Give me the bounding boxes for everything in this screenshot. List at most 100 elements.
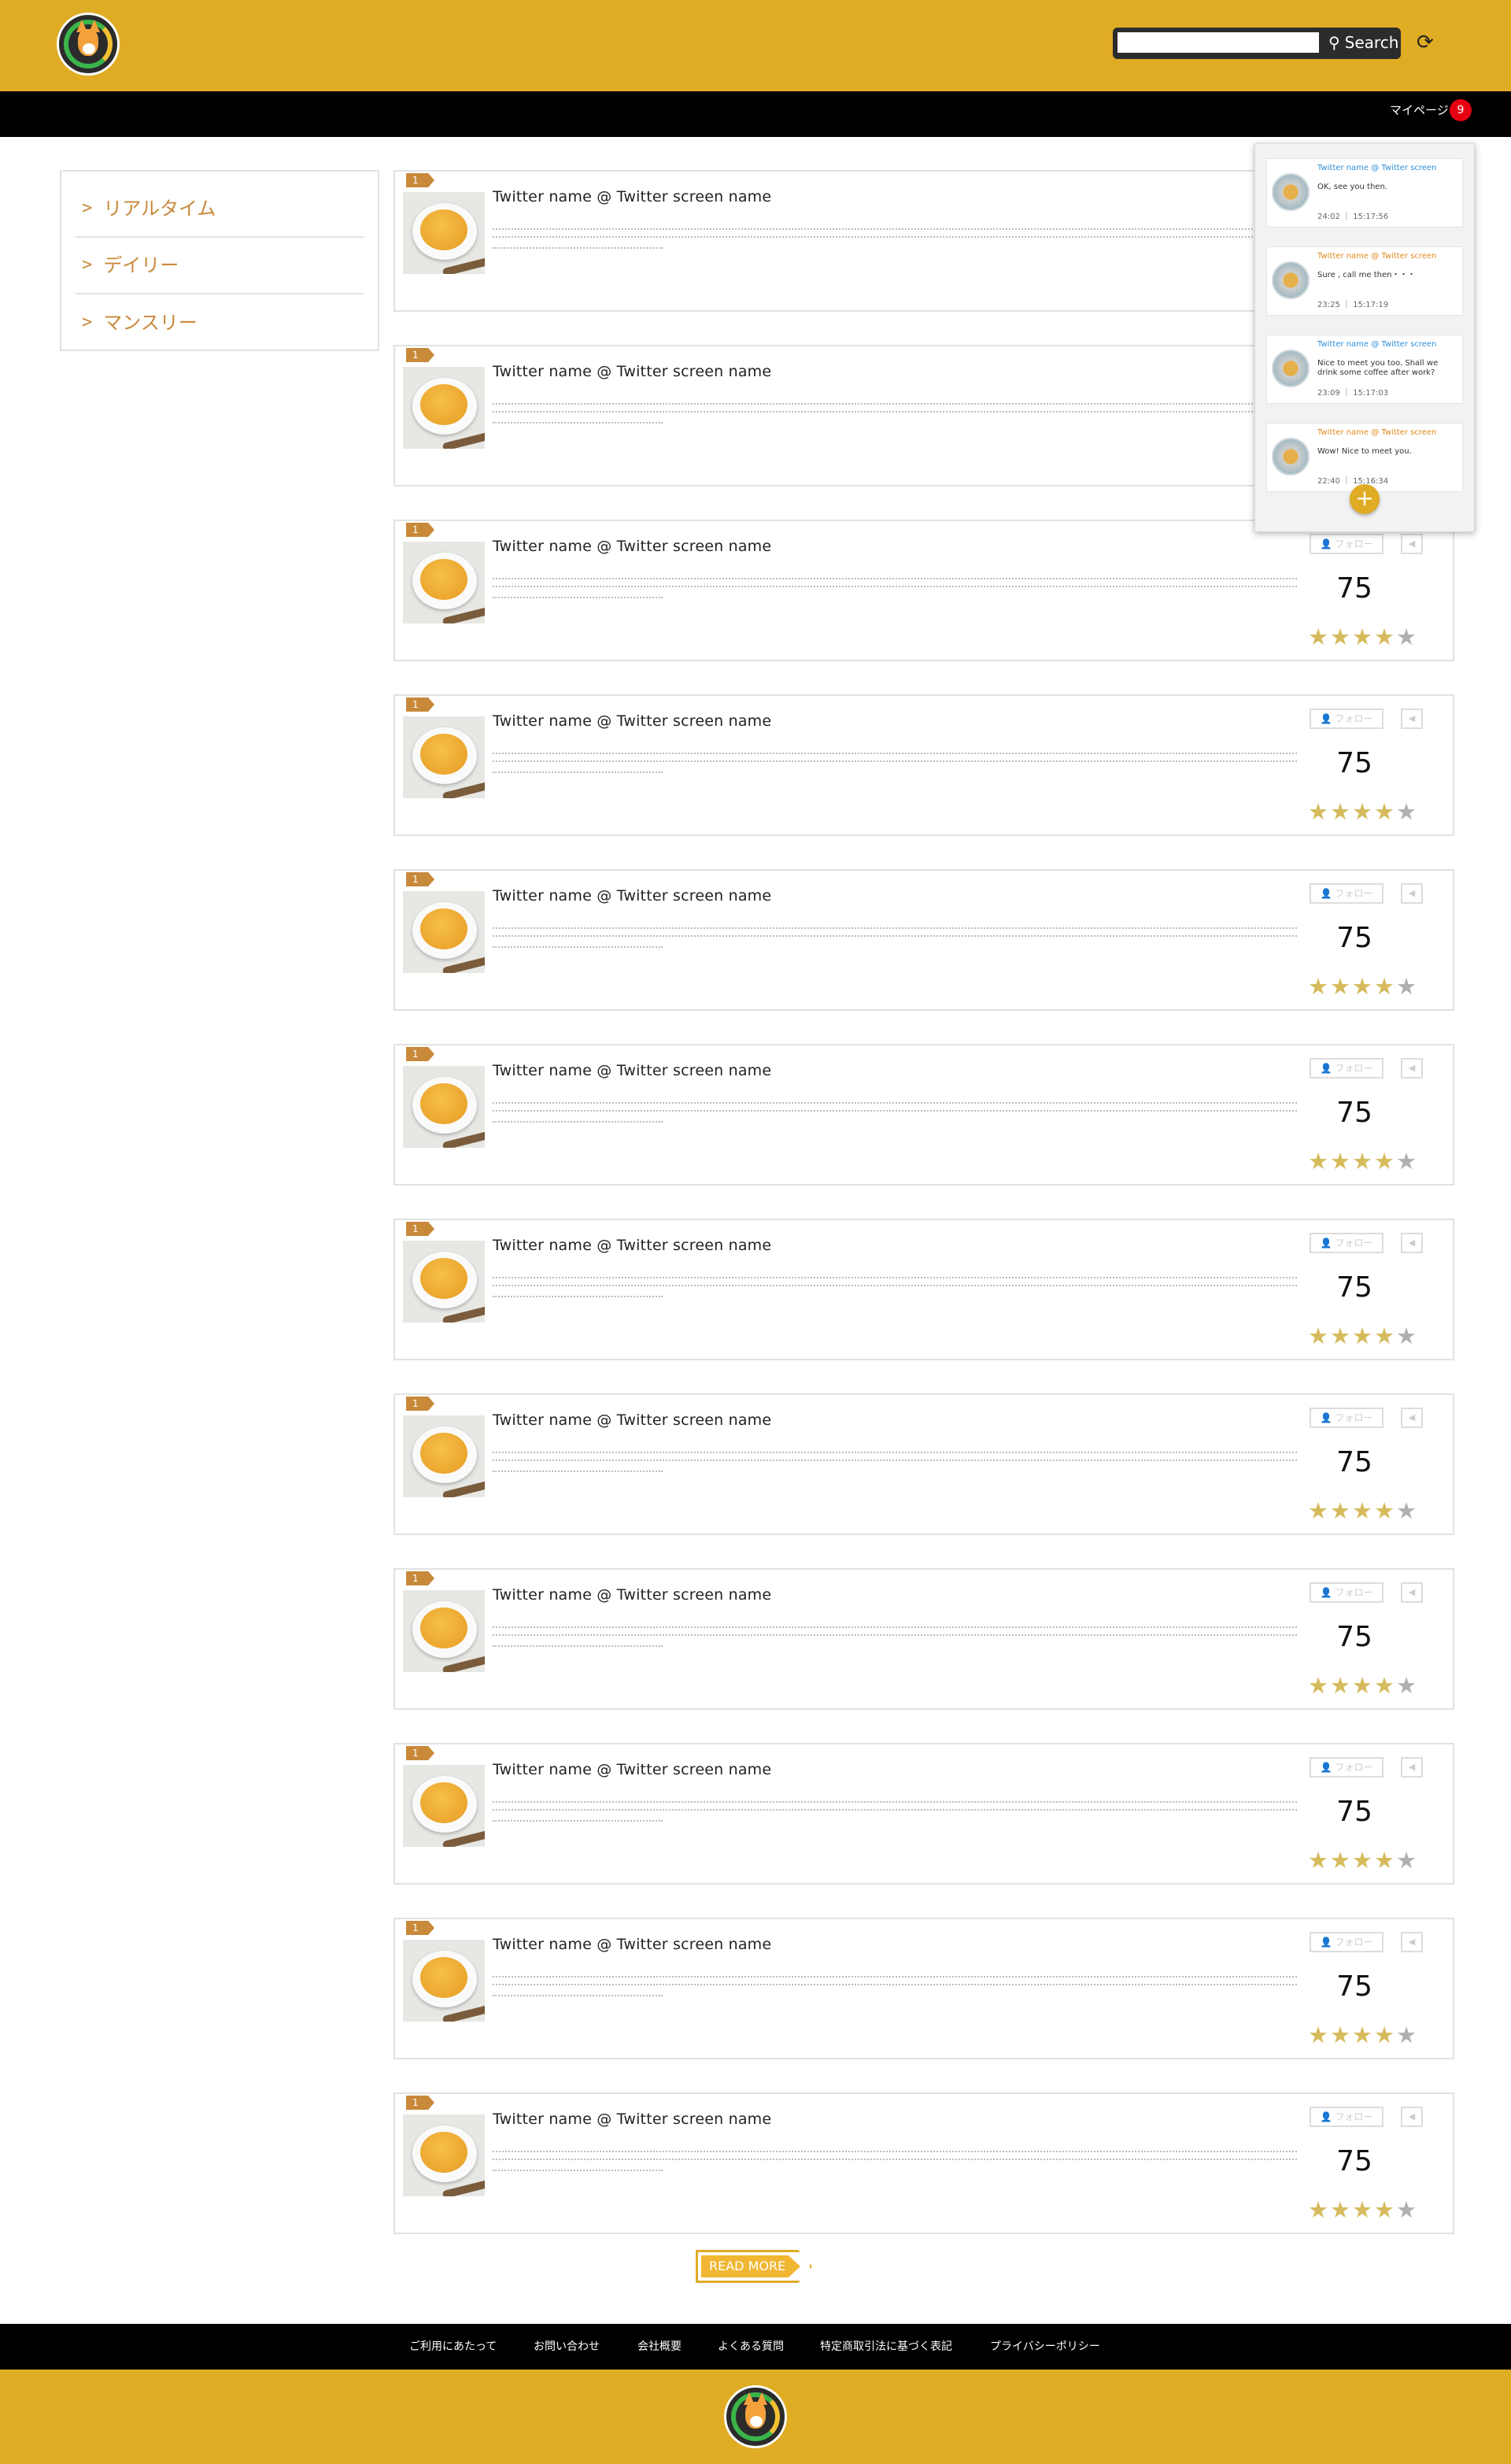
user-name[interactable]: Twitter name @ Twitter screen name [493,187,771,206]
food-thumbnail[interactable] [403,1940,485,2022]
user-name[interactable]: Twitter name @ Twitter screen name [493,1236,771,1255]
follow-button[interactable]: 👤 フォロー [1310,883,1384,904]
star-icon: ★ [1330,1672,1350,1699]
food-thumbnail[interactable] [403,1590,485,1672]
reload-icon[interactable]: ⟳ [1417,32,1437,53]
ranking-card[interactable]: 1 Twitter name @ Twitter screen name 👤 フォロ… [393,694,1454,836]
star-rating: ★★★★★ [1308,975,1417,998]
star-icon: ★ [1374,2196,1395,2223]
food-thumbnail[interactable] [403,1241,485,1323]
ranking-card[interactable]: 1 Twitter name @ Twitter screen name 👤 フォロ… [393,1044,1454,1186]
ranking-card[interactable]: 1 Twitter name @ Twitter screen name 👤 フォロ… [393,1743,1454,1885]
notification-item[interactable]: Twitter name @ Twitter screen Sure , cal… [1266,246,1463,316]
food-thumbnail[interactable] [403,891,485,973]
chevron-right-icon: > [82,198,93,218]
ranking-card[interactable]: 1 Twitter name @ Twitter screen name 👤 フォロ… [393,520,1454,661]
user-name[interactable]: Twitter name @ Twitter screen name [493,886,771,905]
text-line [493,1296,663,1297]
follow-button[interactable]: 👤 フォロー [1310,1233,1384,1253]
share-button[interactable]: ◀ [1401,2107,1423,2127]
user-name[interactable]: Twitter name @ Twitter screen name [493,712,771,731]
follow-button[interactable]: 👤 フォロー [1310,708,1384,729]
read-more-button[interactable]: READ MORE [696,2250,812,2283]
user-name[interactable]: Twitter name @ Twitter screen name [493,1585,771,1604]
food-thumbnail[interactable] [403,716,485,798]
fox-logo[interactable] [57,13,120,76]
sidebar-item-monthly[interactable]: > マンスリー [76,294,364,351]
food-thumbnail[interactable] [403,2114,485,2196]
footer-link-privacy[interactable]: プライバシーポリシー [990,2338,1100,2355]
food-thumbnail[interactable] [403,1066,485,1148]
score-value: 75 [1336,922,1372,954]
footer-link-faq[interactable]: よくある質問 [718,2338,784,2355]
text-line [493,1110,1297,1112]
share-button[interactable]: ◀ [1401,1757,1423,1778]
food-thumbnail[interactable] [403,1765,485,1847]
mypage-link[interactable]: マイページ [1390,101,1449,120]
ranking-card[interactable]: 1 Twitter name @ Twitter screen name 👤 フォロ… [393,1918,1454,2059]
search-input[interactable] [1118,32,1319,53]
user-name[interactable]: Twitter name @ Twitter screen name [493,362,771,381]
chevron-right-icon: > [82,313,93,332]
star-icon: ★ [1308,1672,1328,1699]
rank-badge: 1 [406,1222,434,1236]
user-name[interactable]: Twitter name @ Twitter screen name [493,1760,771,1779]
ranking-card[interactable]: 1 Twitter name @ Twitter screen name 👤 フォロ… [393,869,1454,1011]
user-icon: 👤 [1320,1238,1332,1249]
follow-button[interactable]: 👤 フォロー [1310,1058,1384,1078]
text-line [493,1460,1297,1461]
star-icon: ★ [1374,1497,1395,1524]
food-thumbnail[interactable] [403,542,485,623]
footer-link-terms[interactable]: ご利用にあたって [409,2338,497,2355]
notification-time: 23:09 ｜ 15:17:03 [1317,389,1389,398]
follow-button[interactable]: 👤 フォロー [1310,534,1384,554]
share-button[interactable]: ◀ [1401,1233,1423,1253]
share-icon: ◀ [1408,538,1416,549]
footer-link-commerce-law[interactable]: 特定商取引法に基づく表記 [820,2338,952,2355]
follow-button[interactable]: 👤 フォロー [1310,1757,1384,1778]
rank-badge: 1 [406,1921,434,1935]
follow-button[interactable]: 👤 フォロー [1310,2107,1384,2127]
follow-button[interactable]: 👤 フォロー [1310,1932,1384,1952]
share-button[interactable]: ◀ [1401,534,1423,554]
food-thumbnail[interactable] [403,1415,485,1497]
share-button[interactable]: ◀ [1401,708,1423,729]
footer-link-contact[interactable]: お問い合わせ [534,2338,600,2355]
user-name[interactable]: Twitter name @ Twitter screen name [493,2110,771,2129]
ranking-card[interactable]: 1 Twitter name @ Twitter screen name 👤 フォロ… [393,2092,1454,2234]
notification-item[interactable]: Twitter name @ Twitter screen OK, see yo… [1266,158,1463,228]
footer-link-company[interactable]: 会社概要 [637,2338,682,2355]
star-icon: ★ [1330,1497,1350,1524]
notification-time: 24:02 ｜ 15:17:56 [1317,213,1389,221]
notification-item[interactable]: Twitter name @ Twitter screen Nice to me… [1266,335,1463,404]
ranking-card[interactable]: 1 Twitter name @ Twitter screen name 👤 フォロ… [393,1393,1454,1535]
ranking-card[interactable]: 1 Twitter name @ Twitter screen name 👤 フォロ… [393,1568,1454,1710]
user-name[interactable]: Twitter name @ Twitter screen name [493,1935,771,1954]
search-button[interactable]: ⚲ Search [1322,30,1398,55]
add-icon[interactable]: + [1350,484,1380,514]
user-name[interactable]: Twitter name @ Twitter screen name [493,1411,771,1430]
food-thumbnail[interactable] [403,367,485,449]
sidebar-item-realtime[interactable]: > リアルタイム [76,181,364,238]
user-name[interactable]: Twitter name @ Twitter screen name [493,1061,771,1080]
share-button[interactable]: ◀ [1401,1408,1423,1428]
score-value: 75 [1336,1970,1372,2003]
share-button[interactable]: ◀ [1401,1932,1423,1952]
notification-badge[interactable]: 9 [1450,99,1472,121]
sidebar-item-daily[interactable]: > デイリー [76,238,364,294]
text-line [493,1820,663,1822]
star-rating: ★★★★★ [1308,1149,1417,1173]
ranking-card[interactable]: 1 Twitter name @ Twitter screen name 👤 フォロ… [393,1219,1454,1360]
share-button[interactable]: ◀ [1401,883,1423,904]
follow-button[interactable]: 👤 フォロー [1310,1408,1384,1428]
avatar [1272,173,1310,211]
user-name[interactable]: Twitter name @ Twitter screen name [493,537,771,556]
star-icon: ★ [1396,1497,1417,1524]
food-thumbnail[interactable] [403,192,485,274]
fox-logo[interactable] [724,2385,787,2448]
share-button[interactable]: ◀ [1401,1058,1423,1078]
notification-message: Nice to meet you too. Shall we drink som… [1317,359,1439,377]
share-button[interactable]: ◀ [1401,1582,1423,1603]
follow-button[interactable]: 👤 フォロー [1310,1582,1384,1603]
notification-item[interactable]: Twitter name @ Twitter screen Wow! Nice … [1266,423,1463,492]
